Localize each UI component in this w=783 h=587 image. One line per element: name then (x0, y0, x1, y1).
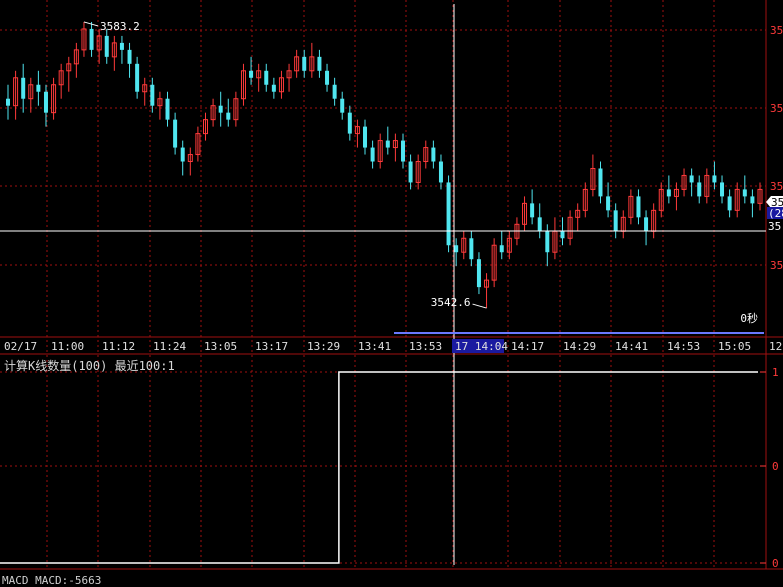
candle-body (742, 189, 747, 197)
candle-body (135, 63, 140, 92)
time-axis-label: 13:05 (204, 340, 237, 353)
time-axis-label: 14:53 (667, 340, 700, 353)
candle-body (119, 42, 124, 50)
price-axis-label: 35 (770, 24, 783, 37)
candle-body (750, 196, 755, 204)
chart-canvas: 3583.2 3542.6 0秒 02/17 11:00 11:12 11:24 13:05 1… (0, 0, 783, 570)
candle-body (438, 161, 443, 183)
candle-body (332, 84, 337, 99)
candle-body (249, 70, 254, 78)
candle-body (325, 70, 330, 85)
candle-body (218, 105, 223, 113)
candle-body (165, 98, 170, 120)
candle-body (537, 217, 542, 232)
time-axis-label: 11:00 (51, 340, 84, 353)
candle-body (317, 56, 322, 71)
indicator-axis-label: 0 (772, 557, 779, 570)
candle-body (606, 196, 611, 211)
candle-body (644, 217, 649, 232)
candle-body (530, 203, 535, 218)
candle-body (347, 112, 352, 134)
candle-body (476, 259, 481, 288)
time-axis-label: 13:41 (358, 340, 391, 353)
candle-body (340, 98, 345, 113)
candle-body (431, 147, 436, 162)
candle-body (6, 98, 10, 106)
candle-body (712, 175, 717, 183)
candle-body (598, 168, 603, 197)
candle-body (363, 126, 368, 148)
candle-body (454, 245, 459, 253)
price-axis-label: 35 (770, 102, 783, 115)
time-axis-label: 02/17 (4, 340, 37, 353)
candle-body (370, 147, 375, 162)
candle-body (89, 28, 94, 50)
candle-body (499, 245, 504, 253)
high-label: 3583.2 (100, 20, 140, 33)
candle-body (560, 231, 565, 239)
candle-body (666, 189, 671, 197)
candle-body (697, 182, 702, 197)
candle-body (446, 182, 451, 246)
low-pointer (472, 303, 487, 309)
time-axis-label: 13:29 (307, 340, 340, 353)
candle-body (104, 35, 109, 57)
candle-body (271, 84, 276, 92)
candle-body (400, 140, 405, 162)
candle-body (408, 161, 413, 183)
candle-body (545, 231, 550, 253)
indicator-axis-label: 1 (772, 366, 779, 379)
indicator-title: 计算K线数量(100) 最近100:1 (4, 359, 175, 373)
candle-body (226, 112, 231, 120)
price-axis-label: 35 (770, 180, 783, 193)
high-pointer (83, 21, 99, 27)
candle-body (720, 182, 725, 197)
time-axis-label: 11:12 (102, 340, 135, 353)
indicator-line (0, 371, 758, 564)
status-text: MACD MACD:-5663 (2, 574, 102, 587)
candle-body (43, 91, 48, 113)
candle-body (689, 175, 694, 183)
time-axis-label: 15:05 (718, 340, 751, 353)
candle-body (150, 84, 155, 106)
time-axis-label: 14:41 (615, 340, 648, 353)
time-axis-label: 13:53 (409, 340, 442, 353)
low-label: 3542.6 (431, 296, 471, 309)
time-axis-label: 14:29 (563, 340, 596, 353)
candle-body (21, 77, 26, 99)
countdown-label: 0秒 (740, 311, 758, 325)
candle-body (385, 140, 390, 148)
time-axis-label: 11:24 (153, 340, 186, 353)
candle-body (36, 84, 41, 92)
candle-body (264, 70, 269, 85)
indicator-axis-label: 0 (772, 460, 779, 473)
time-axis-label: 17 14:04 (455, 340, 508, 353)
price-tag-secondary: 35 (768, 220, 781, 233)
price-axis-label: 35 (770, 259, 783, 272)
candle-body (636, 196, 641, 218)
candle-body (613, 210, 618, 232)
time-axis-label: 14:17 (511, 340, 544, 353)
time-axis-label: 12 (769, 340, 782, 353)
candle-body (180, 147, 185, 162)
candle-body (127, 49, 132, 64)
price-tag-change: (28 (768, 207, 783, 220)
candle-body (727, 196, 732, 211)
candle-body (302, 56, 307, 71)
candle-body (173, 119, 178, 148)
candle-body (469, 238, 474, 260)
time-axis-label: 13:17 (255, 340, 288, 353)
